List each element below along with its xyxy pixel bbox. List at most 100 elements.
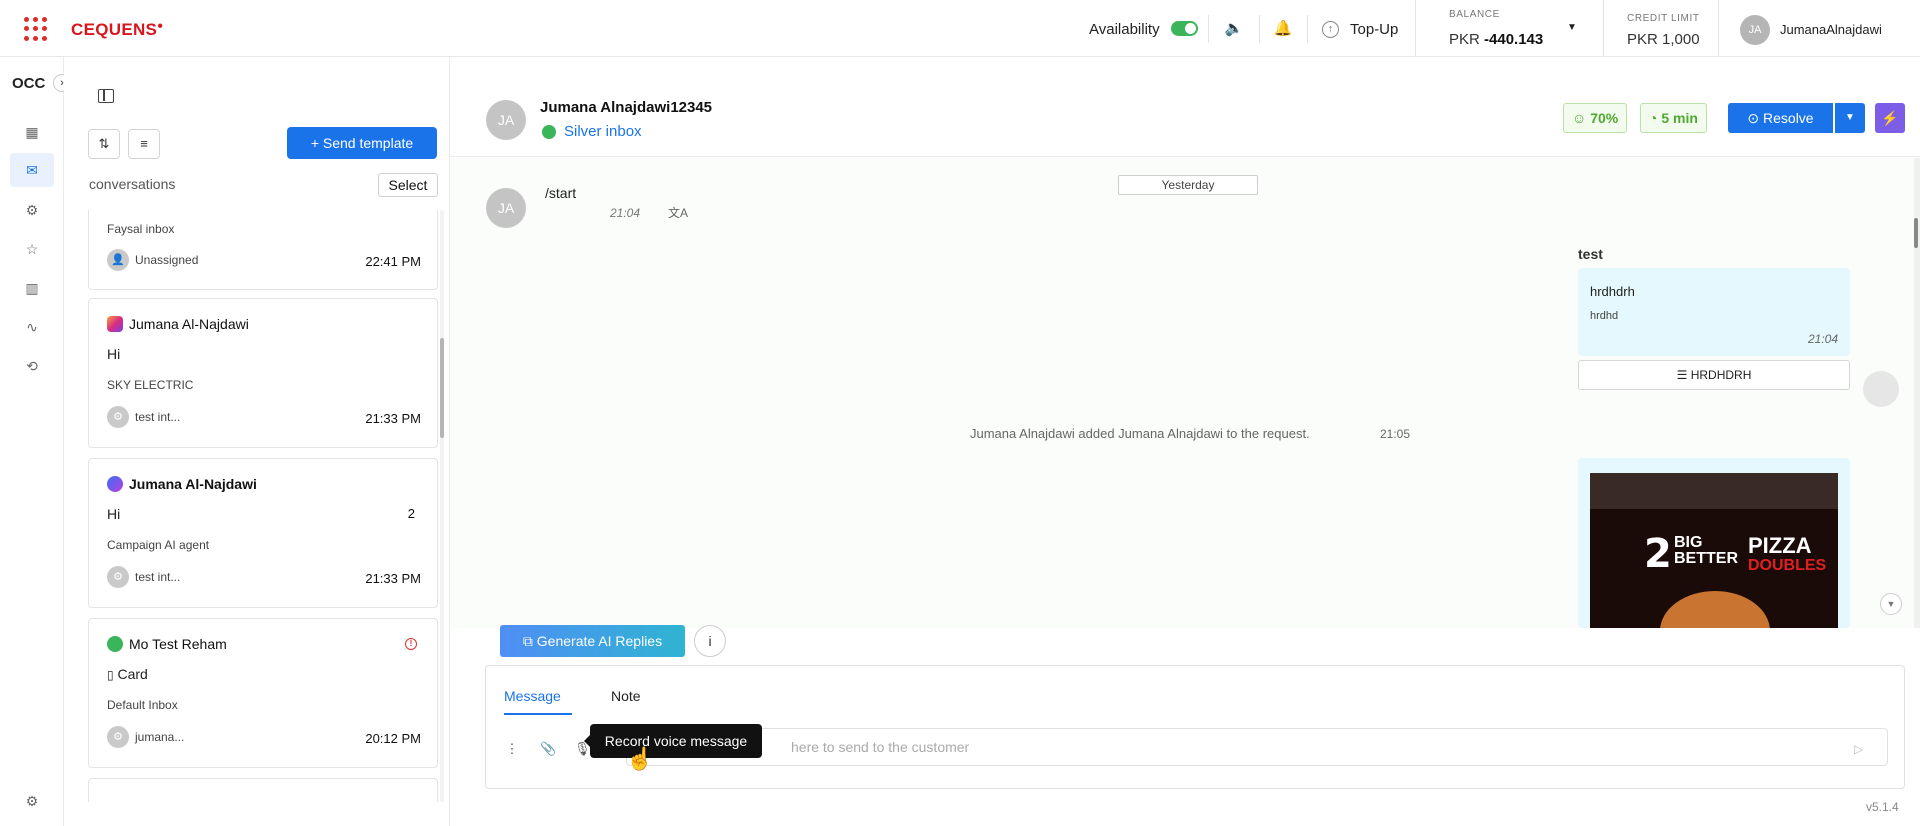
resolve-dropdown-button[interactable]: ▼ [1835, 103, 1865, 133]
bell-icon[interactable]: 🔔 [1273, 19, 1293, 39]
conversation-title: Jumana Al-Najdawi [129, 476, 257, 492]
star-icon[interactable]: ☆ [20, 237, 44, 261]
image-header [1590, 473, 1838, 509]
card-icon: ▯ [107, 668, 114, 682]
divider [1415, 0, 1416, 56]
speaker-icon[interactable]: 🔈 [1224, 19, 1244, 39]
pizza-shape [1660, 591, 1770, 628]
whatsapp-icon [542, 125, 556, 139]
user-name[interactable]: JumanaAlnajdawi [1780, 22, 1882, 37]
app-version: v5.1.4 [1866, 800, 1899, 814]
conversation-card[interactable] [88, 778, 438, 802]
agent-avatar [1863, 371, 1899, 407]
topup-button[interactable]: Top-Up [1350, 21, 1398, 38]
conversation-time: 20:12 PM [365, 731, 421, 746]
conversation-time: 22:41 PM [365, 254, 421, 269]
alert-icon: ! [405, 638, 417, 650]
instagram-icon [107, 316, 123, 332]
conversation-card[interactable]: Mo Test Reham ! ▯ Card Default Inbox ⚙ j… [88, 618, 438, 768]
bot-icon: ⚙ [107, 406, 129, 428]
promo-text-left: BIG BETTER [1674, 534, 1738, 567]
more-options-icon[interactable]: ⋮ [504, 741, 520, 757]
activity-icon[interactable]: ∿ [20, 315, 44, 339]
conversation-title: Mo Test Reham [129, 636, 227, 652]
conversation-time: 21:33 PM [365, 571, 421, 586]
scrollbar-thumb[interactable] [1914, 218, 1918, 248]
top-bar: CEQUENS● Availability 🔈 🔔 ↑ Top-Up BALAN… [0, 0, 1920, 57]
availability-toggle[interactable] [1171, 21, 1198, 36]
user-icon: 👤 [107, 249, 129, 271]
lightning-icon[interactable]: ⚡ [1875, 103, 1905, 133]
conversation-assignee: test int... [135, 410, 181, 424]
wait-time: ◔ 5 min [1640, 103, 1707, 133]
translate-icon[interactable]: 文A [668, 204, 688, 221]
date-separator: Yesterday [1118, 175, 1258, 195]
scrollbar-thumb[interactable] [440, 338, 444, 438]
user-avatar[interactable]: JA [1740, 15, 1770, 45]
outgoing-message-body: hrdhd [1590, 310, 1619, 322]
divider [1603, 0, 1604, 56]
conversation-card[interactable]: Faysal inbox 👤 Unassigned 22:41 PM [88, 210, 438, 290]
chat-panel: JA Jumana Alnajdawi12345 Silver inbox ☺ … [450, 57, 1920, 826]
arrow-up-circle-icon[interactable]: ↑ [1322, 21, 1339, 38]
image-message[interactable]: 2 BIG BETTER PIZZA DOUBLES [1578, 458, 1850, 628]
attachment-icon[interactable]: 📎 [540, 741, 556, 757]
conversation-card[interactable]: Jumana Al-Najdawi Hi 2 Campaign AI agent… [88, 458, 438, 608]
pizza-image[interactable]: 2 BIG BETTER PIZZA DOUBLES [1590, 473, 1838, 628]
scroll-down-icon[interactable]: ▼ [1880, 593, 1902, 615]
conversation-assignee: jumana... [135, 730, 185, 744]
promo-text-pizza: PIZZA [1748, 533, 1812, 558]
sort-button[interactable]: ⇅ [88, 129, 120, 159]
chevron-down-icon[interactable]: ▼ [1567, 22, 1577, 33]
template-list-button[interactable]: ☰ HRDHDRH [1578, 360, 1850, 390]
workspace-name: OCC [12, 75, 46, 92]
conversation-assignee: test int... [135, 570, 181, 584]
settings-icon[interactable]: ⚙ [20, 789, 44, 813]
check-circle-icon: ⊙ [1747, 110, 1760, 126]
brand-logo: CEQUENS● [71, 20, 164, 39]
conversation-card[interactable]: Jumana Al-Najdawi Hi SKY ELECTRIC ⚙ test… [88, 298, 438, 448]
tab-note[interactable]: Note [611, 688, 641, 704]
system-message-time: 21:05 [1380, 427, 1411, 441]
history-icon[interactable]: ⟲ [20, 354, 44, 378]
dashboard-icon[interactable]: ▦ [20, 120, 44, 144]
generate-ai-replies-button[interactable]: ⧉ Generate AI Replies [500, 625, 685, 657]
info-button[interactable]: i [694, 625, 726, 657]
select-button[interactable]: Select [378, 173, 438, 197]
send-template-button[interactable]: + Send template [287, 127, 437, 159]
conversations-label: conversations [89, 176, 176, 192]
conversation-inbox: Faysal inbox [107, 222, 175, 236]
sidebar-toggle-icon[interactable] [98, 89, 114, 103]
chat-scrollbar[interactable] [1914, 158, 1920, 628]
message-placeholder: here to send to the customer [791, 739, 970, 755]
conversation-panel: ⇅ ≡ + Send template conversations Select… [64, 57, 450, 826]
bot-icon[interactable]: ⚙ [20, 198, 44, 222]
conversation-time: 21:33 PM [365, 411, 421, 426]
conversation-message: ▯ Card [107, 666, 148, 682]
conversation-inbox: Default Inbox [107, 698, 178, 712]
outgoing-template-title: test [1578, 246, 1603, 262]
bot-icon: ⚙ [107, 726, 129, 748]
system-message: Jumana Alnajdawi added Jumana Alnajdawi … [970, 426, 1310, 441]
divider [1718, 0, 1719, 56]
whatsapp-icon [107, 636, 123, 652]
inbox-icon[interactable]: ✉ [10, 153, 54, 187]
send-icon[interactable]: ▷ [1854, 742, 1863, 756]
outgoing-message-header: hrdhdrh [1590, 284, 1635, 299]
outgoing-message-time: 21:04 [1807, 332, 1838, 346]
filter-button[interactable]: ≡ [128, 129, 160, 159]
message-thread: JA /start 21:04 文A Yesterday test hrdhdr… [450, 158, 1920, 628]
divider [1259, 15, 1260, 43]
apps-grid-icon[interactable] [24, 17, 48, 41]
hand-cursor-icon: ☝ [626, 746, 654, 771]
resolve-button[interactable]: ⊙ Resolve [1728, 103, 1833, 133]
conversation-scrollbar[interactable] [440, 210, 444, 802]
promo-number: 2 [1644, 531, 1672, 577]
clock-icon: ◔ [1649, 110, 1658, 126]
tab-message[interactable]: Message [504, 688, 561, 704]
smile-icon: ☺ [1572, 110, 1587, 126]
messenger-icon [107, 476, 123, 492]
list-icon: ☰ [1676, 368, 1688, 382]
chart-icon[interactable]: ▥ [20, 276, 44, 300]
inbox-name[interactable]: Silver inbox [564, 123, 642, 140]
